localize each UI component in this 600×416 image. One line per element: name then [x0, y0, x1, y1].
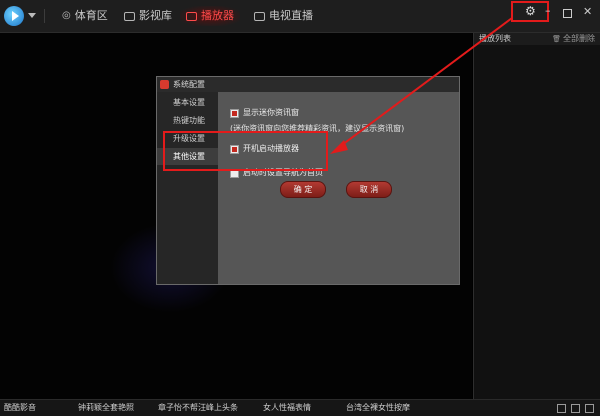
dialog-title: 系统配置	[173, 80, 205, 89]
cancel-button[interactable]: 取 消	[346, 181, 392, 198]
option-label: 显示迷你资讯窗	[243, 108, 299, 117]
nav-basic-settings[interactable]: 基本设置	[157, 94, 218, 111]
menu-caret-icon[interactable]	[28, 13, 36, 18]
tab-tv-live[interactable]: 电视直播	[248, 6, 319, 26]
sports-icon: ◎	[62, 10, 71, 21]
gear-icon[interactable]: ⚙	[525, 3, 536, 20]
divider	[44, 9, 45, 23]
option-highlight	[163, 131, 328, 171]
list-icon[interactable]	[585, 404, 594, 413]
nav-hotkeys[interactable]: 热键功能	[157, 112, 218, 129]
app-icon	[160, 80, 169, 89]
news-ticker: 酷酷影音 钟莉颖全套艳照 章子怡不帮汪峰上头条 女人性福表情 台湾全裸女性按摩	[0, 399, 600, 416]
delete-all-button[interactable]: 全部删除	[552, 33, 595, 45]
close-button[interactable]: ✕	[583, 5, 592, 19]
checkbox[interactable]	[230, 108, 239, 118]
tv-icon	[254, 11, 265, 21]
tab-label: 影视库	[139, 9, 172, 22]
ticker-item[interactable]: 女人性福表情	[263, 400, 311, 416]
option-mini-news[interactable]: 显示迷你资讯窗	[230, 108, 299, 118]
ticker-controls	[557, 404, 594, 413]
playlist-panel: 播放列表 全部删除	[473, 33, 600, 399]
window-icon[interactable]	[571, 404, 580, 413]
playlist-header: 播放列表 全部删除	[474, 33, 600, 45]
tab-label: 电视直播	[269, 9, 313, 22]
ticker-item[interactable]: 酷酷影音	[4, 400, 36, 416]
app-logo-icon[interactable]	[4, 6, 24, 26]
ticker-item[interactable]: 台湾全裸女性按摩	[346, 400, 410, 416]
playlist-title: 播放列表	[479, 34, 511, 43]
settings-highlight: ⚙	[511, 1, 549, 22]
tab-player[interactable]: 播放器	[180, 6, 240, 26]
tab-film-library[interactable]: 影视库	[118, 6, 178, 26]
folder-icon	[124, 11, 135, 21]
minimize-button[interactable]: –	[545, 4, 551, 18]
play-icon	[186, 11, 197, 21]
tab-label: 播放器	[201, 9, 234, 22]
ticker-item[interactable]: 章子怡不帮汪峰上头条	[158, 400, 238, 416]
tab-sports[interactable]: ◎ 体育区	[56, 6, 114, 26]
maximize-button[interactable]	[563, 9, 572, 18]
fullscreen-icon[interactable]	[557, 404, 566, 413]
dialog-content: 显示迷你资讯窗 (迷你资讯窗向您推荐精彩资讯，建议显示资讯窗) 开机启动播放器 …	[218, 92, 459, 284]
tab-label: 体育区	[74, 9, 108, 22]
top-bar: ◎ 体育区 影视库 播放器 电视直播 ⚙ – ✕	[0, 0, 600, 33]
ok-button[interactable]: 确 定	[280, 181, 326, 198]
ticker-item[interactable]: 钟莉颖全套艳照	[78, 400, 134, 416]
dialog-nav: 基本设置 热键功能 升级设置 其他设置	[157, 92, 218, 284]
dialog-titlebar[interactable]: 系统配置	[157, 77, 459, 92]
